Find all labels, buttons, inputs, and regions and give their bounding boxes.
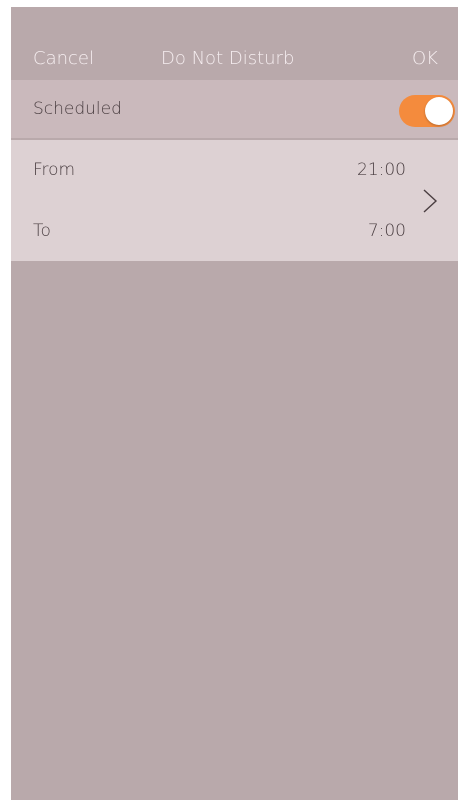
to-time-value: 7:00	[367, 221, 406, 241]
navigation-bar: Cancel Do Not Disturb OK	[11, 7, 458, 79]
toggle-knob	[425, 97, 453, 125]
chevron-right-icon[interactable]	[420, 187, 440, 215]
scheduled-label: Scheduled	[33, 99, 122, 119]
do-not-disturb-screen: Cancel Do Not Disturb OK Scheduled From …	[11, 7, 458, 800]
from-time-value: 21:00	[357, 160, 406, 180]
cancel-button[interactable]: Cancel	[33, 48, 94, 69]
scheduled-row: Scheduled	[11, 80, 458, 138]
from-label: From	[33, 160, 76, 180]
to-label: To	[33, 221, 51, 241]
schedule-time-group[interactable]: From 21:00 To 7:00	[11, 140, 458, 261]
scheduled-toggle[interactable]	[399, 95, 455, 127]
from-row[interactable]: From 21:00	[11, 140, 458, 200]
page-title: Do Not Disturb	[161, 48, 295, 69]
to-row[interactable]: To 7:00	[11, 201, 458, 261]
ok-button[interactable]: OK	[412, 48, 438, 69]
